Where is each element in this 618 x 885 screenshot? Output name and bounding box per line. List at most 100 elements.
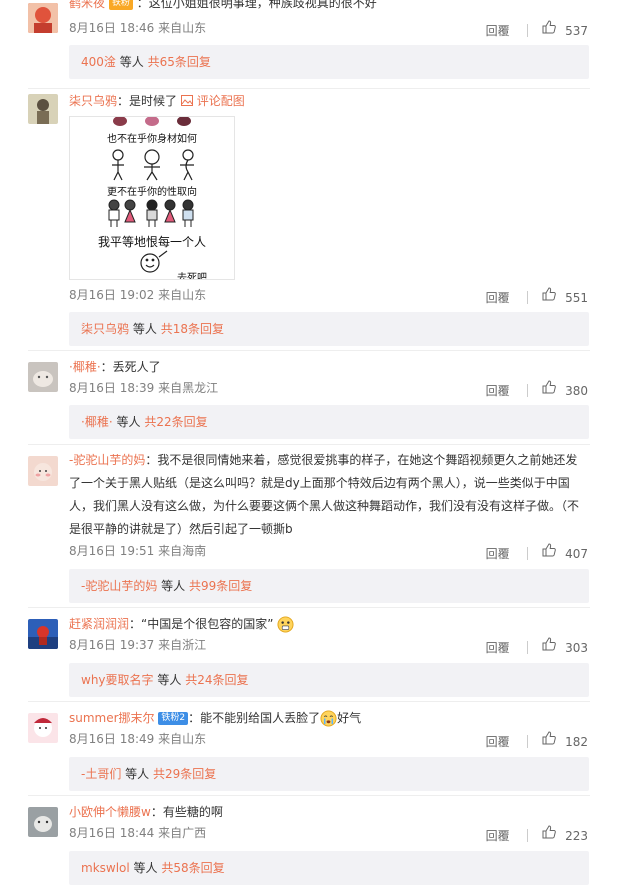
comment-location: 来自山东 bbox=[158, 288, 207, 302]
comment-actions: 回覆 380 bbox=[486, 380, 588, 399]
comment-date: 8月16日 19:37 bbox=[69, 638, 155, 652]
like-count: 551 bbox=[565, 290, 588, 305]
divider bbox=[28, 701, 590, 702]
avatar[interactable] bbox=[28, 807, 58, 837]
comment-user[interactable]: 鹤米夜 bbox=[69, 0, 105, 10]
avatar[interactable] bbox=[28, 713, 58, 743]
comment-user[interactable]: ·椰稚· bbox=[69, 360, 101, 374]
comment-user[interactable]: -驼驼山芋的妈 bbox=[69, 453, 145, 467]
thread-user[interactable]: mkswlol bbox=[81, 861, 130, 875]
comment-text: ：这位小姐姐很明事理，种族歧视真的很不好 bbox=[136, 0, 377, 10]
comment-date: 8月16日 18:46 bbox=[69, 21, 155, 35]
meme-caption: 更不在乎你的性取向 bbox=[107, 187, 197, 198]
reply-thread[interactable]: why要取名字 等人 共24条回复 bbox=[69, 663, 589, 697]
thread-middle: 等人 bbox=[157, 673, 182, 687]
thread-middle: 等人 bbox=[132, 322, 157, 336]
thread-user[interactable]: why要取名字 bbox=[81, 673, 154, 687]
avatar-image bbox=[28, 456, 58, 486]
reply-button[interactable]: 回覆 bbox=[486, 640, 510, 656]
avatar[interactable] bbox=[28, 94, 58, 124]
reply-thread[interactable]: mkswlol 等人 共58条回复 bbox=[69, 851, 589, 885]
avatar[interactable] bbox=[28, 3, 58, 33]
meme-caption: 我平等地恨每一个人 bbox=[97, 235, 206, 249]
thread-count[interactable]: 共18条回复 bbox=[161, 322, 224, 336]
comment-user[interactable]: 赶紧润润润 bbox=[69, 617, 129, 631]
reply-button[interactable]: 回覆 bbox=[486, 546, 510, 562]
comment-line: 柒只乌鸦：是时候了 评论配图 bbox=[69, 92, 590, 110]
like-count: 380 bbox=[565, 383, 588, 398]
comment-user[interactable]: 柒只乌鸦 bbox=[69, 94, 117, 108]
like-icon[interactable] bbox=[542, 543, 557, 557]
comment-actions: 回覆 182 bbox=[486, 731, 588, 750]
reply-thread[interactable]: ·椰稚· 等人 共22条回复 bbox=[69, 405, 589, 439]
thread-user[interactable]: 400淦 bbox=[81, 55, 116, 69]
thread-count[interactable]: 共99条回复 bbox=[189, 579, 252, 593]
like-icon[interactable] bbox=[542, 287, 557, 301]
thread-count[interactable]: 共58条回复 bbox=[161, 861, 224, 875]
comment-line: 鹤米夜 铁粉 ：这位小姐姐很明事理，种族歧视真的很不好 bbox=[69, 0, 590, 12]
thread-middle: 等人 bbox=[125, 767, 150, 781]
divider bbox=[527, 384, 529, 397]
comment-date: 8月16日 19:51 bbox=[69, 544, 155, 558]
comment-location: 来自山东 bbox=[158, 21, 207, 35]
comment-line: -驼驼山芋的妈：我不是很同情她来着，感觉很爱挑事的样子，在她这个舞蹈视频更久之前… bbox=[69, 449, 589, 541]
divider bbox=[527, 735, 529, 748]
comment-actions: 回覆 303 bbox=[486, 637, 588, 656]
comment-line: ·椰稚·：丢死人了 bbox=[69, 358, 590, 376]
comment-user[interactable]: summer挪末尔 bbox=[69, 711, 155, 725]
comment-date: 8月16日 18:49 bbox=[69, 732, 155, 746]
avatar[interactable] bbox=[28, 619, 58, 649]
comment-user[interactable]: 小欧伸个懒腰w bbox=[69, 805, 151, 819]
comment-date: 8月16日 18:44 bbox=[69, 826, 155, 840]
like-icon[interactable] bbox=[542, 20, 557, 34]
divider bbox=[527, 24, 529, 37]
comment-line: summer挪末尔 铁粉2 ：能不能别给国人丢脸了 好气 bbox=[69, 709, 590, 727]
reply-thread[interactable]: -驼驼山芋的妈 等人 共99条回复 bbox=[69, 569, 589, 603]
comment-meta: 8月16日 18:39 来自黑龙江 bbox=[69, 380, 218, 396]
reply-button[interactable]: 回覆 bbox=[486, 23, 510, 39]
thread-count[interactable]: 共22条回复 bbox=[144, 415, 207, 429]
fan-badge[interactable]: 铁粉2 bbox=[158, 712, 189, 725]
avatar[interactable] bbox=[28, 362, 58, 392]
reply-thread[interactable]: 400淦 等人 共65条回复 bbox=[69, 45, 589, 79]
comment-meta: 8月16日 19:02 来自山东 bbox=[69, 287, 206, 303]
divider bbox=[28, 350, 590, 351]
divider bbox=[527, 291, 529, 304]
reply-button[interactable]: 回覆 bbox=[486, 734, 510, 750]
comment-meta: 8月16日 18:46 来自山东 bbox=[69, 20, 206, 36]
comment-text: ：“中国是个很包容的国家” bbox=[129, 617, 274, 631]
thread-count[interactable]: 共24条回复 bbox=[185, 673, 248, 687]
thread-user[interactable]: -土哥们 bbox=[81, 767, 121, 781]
thread-count[interactable]: 共29条回复 bbox=[153, 767, 216, 781]
thread-middle: 等人 bbox=[133, 861, 158, 875]
avatar[interactable] bbox=[28, 456, 58, 486]
reply-thread[interactable]: 柒只乌鸦 等人 共18条回复 bbox=[69, 312, 589, 346]
image-comment-label: 评论配图 bbox=[196, 94, 245, 108]
reply-thread[interactable]: -土哥们 等人 共29条回复 bbox=[69, 757, 589, 791]
comment-text: ：有些糖的啊 bbox=[150, 805, 223, 819]
like-count: 537 bbox=[565, 23, 588, 38]
reply-button[interactable]: 回覆 bbox=[486, 383, 510, 399]
avatar-image bbox=[28, 713, 58, 743]
like-icon[interactable] bbox=[542, 731, 557, 745]
like-icon[interactable] bbox=[542, 380, 557, 394]
avatar-image bbox=[28, 3, 58, 33]
comment-list: 鹤米夜 铁粉 ：这位小姐姐很明事理，种族歧视真的很不好 8月16日 18:46 … bbox=[0, 0, 618, 885]
thread-user[interactable]: -驼驼山芋的妈 bbox=[81, 579, 157, 593]
like-icon[interactable] bbox=[542, 637, 557, 651]
divider bbox=[527, 829, 529, 842]
comment-location: 来自浙江 bbox=[158, 638, 207, 652]
divider bbox=[28, 795, 590, 796]
image-comment-link[interactable]: 评论配图 bbox=[180, 94, 245, 108]
like-count: 182 bbox=[565, 734, 588, 749]
reply-button[interactable]: 回覆 bbox=[486, 290, 510, 306]
like-count: 407 bbox=[565, 546, 588, 561]
thread-count[interactable]: 共65条回复 bbox=[148, 55, 211, 69]
meme-caption: 去死吧 bbox=[177, 273, 207, 280]
comment-image[interactable]: 也不在乎你身材如何 更不在乎你的性取向 我平等地恨每一个人 去死吧 bbox=[69, 116, 235, 280]
fan-badge[interactable]: 铁粉 bbox=[108, 0, 133, 10]
like-icon[interactable] bbox=[542, 825, 557, 839]
reply-button[interactable]: 回覆 bbox=[486, 828, 510, 844]
thread-user[interactable]: 柒只乌鸦 bbox=[81, 322, 129, 336]
thread-user[interactable]: ·椰稚· bbox=[81, 415, 113, 429]
